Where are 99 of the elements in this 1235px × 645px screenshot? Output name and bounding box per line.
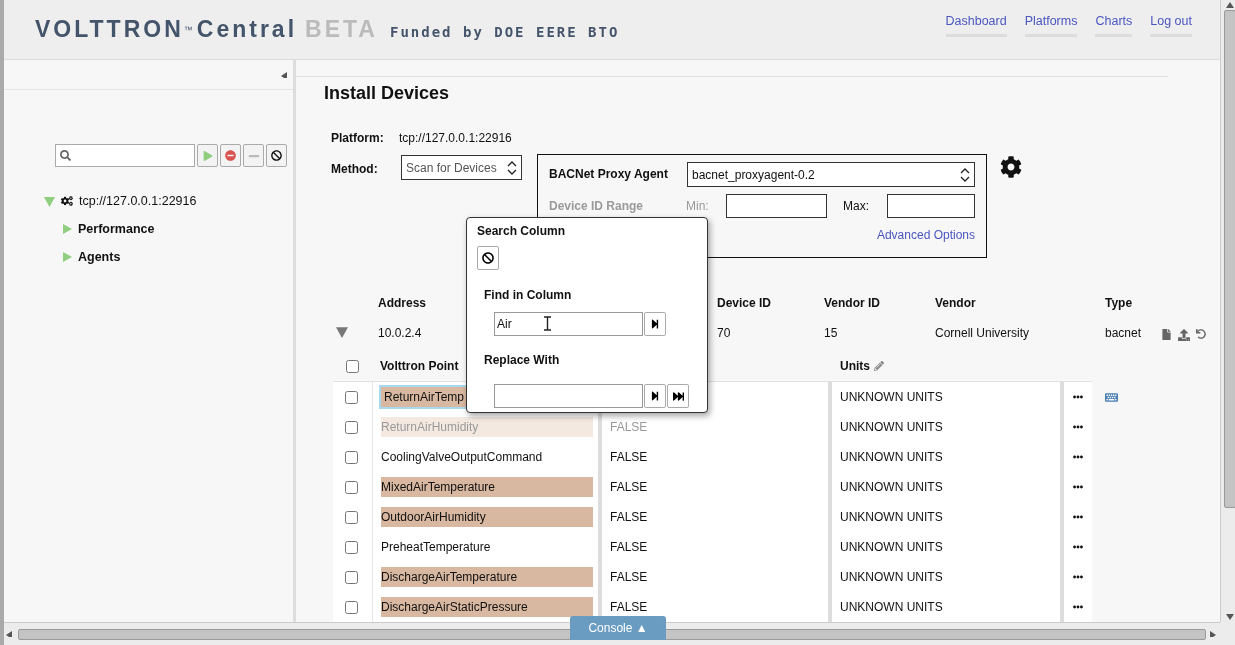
gears-icon (61, 195, 73, 207)
table-cell: UNKNOWN UNITS (832, 532, 1060, 562)
max-field[interactable] (887, 194, 975, 218)
table-cell: UNKNOWN UNITS (832, 442, 1060, 472)
proxy-agent-label: BACNet Proxy Agent (549, 167, 669, 181)
replace-all-button[interactable] (667, 384, 689, 408)
min-field[interactable] (726, 194, 827, 218)
find-label: Find in Column (484, 288, 573, 302)
app-logo: VOLTTRON (35, 16, 184, 43)
table-cell: FALSE (602, 442, 828, 472)
device-id-range-label: Device ID Range (549, 199, 645, 213)
play-icon (202, 150, 213, 161)
up-down-caret-icon (507, 159, 517, 176)
scroll-right-icon[interactable] (1210, 631, 1218, 637)
table-cell-text: bacnet (1105, 326, 1143, 340)
table-cell: UNKNOWN UNITS (832, 472, 1060, 502)
scroll-left-icon[interactable] (6, 631, 14, 637)
step-forward-icon (650, 319, 660, 329)
keyboard-icon[interactable] (1105, 390, 1118, 404)
upload-icon[interactable] (1178, 329, 1190, 341)
table-cell-text: 70 (717, 326, 732, 340)
table-cell: UNKNOWN UNITS (832, 592, 1060, 622)
table-cell: UNKNOWN UNITS (832, 562, 1060, 592)
point-name[interactable]: MixedAirTemperature (381, 477, 593, 497)
nav-link[interactable]: Dashboard (945, 14, 1007, 37)
text-cursor-icon (544, 316, 551, 331)
expanded-caret-icon[interactable] (336, 325, 348, 338)
scroll-up-icon[interactable] (1226, 2, 1234, 8)
clear-icon (271, 150, 282, 161)
table-cell: FALSE (602, 472, 828, 502)
row-checkbox[interactable] (345, 510, 358, 524)
replace-label: Replace With (484, 353, 561, 367)
step-forward-icon (650, 391, 660, 401)
column-header: Units (840, 359, 870, 373)
nav-link[interactable]: Log out (1150, 14, 1192, 37)
method-label: Method: (331, 162, 379, 176)
advanced-options-link[interactable]: Advanced Options (876, 228, 975, 242)
table-cell: FALSE (602, 502, 828, 532)
proxy-agent-select[interactable]: bacnet_proxyagent-0.2 (687, 162, 975, 187)
column-header: Vendor (935, 296, 977, 310)
table-cell-text: Cornell University (935, 326, 1031, 340)
min-label: Min: (686, 199, 710, 213)
row-checkbox[interactable] (345, 450, 358, 464)
nav-link[interactable]: Platforms (1024, 14, 1078, 37)
tree-item[interactable]: Agents (78, 250, 121, 264)
clear-icon (482, 252, 494, 264)
clear-button[interactable] (266, 144, 287, 167)
settings-icon[interactable] (1000, 156, 1022, 178)
remove-button[interactable] (220, 144, 241, 167)
platform-value: tcp://127.0.0.1:22916 (399, 130, 512, 146)
table-cell-text: 15 (824, 326, 839, 340)
point-name[interactable]: OutdoorAirHumidity (381, 507, 593, 527)
up-down-caret-icon (960, 166, 970, 183)
row-checkbox[interactable] (345, 420, 358, 434)
search-icon (60, 150, 71, 161)
column-header: Device ID (717, 296, 773, 310)
app-name: Central (196, 16, 298, 43)
row-checkbox[interactable] (345, 600, 358, 614)
replace-field[interactable] (494, 384, 643, 408)
row-checkbox[interactable] (345, 480, 358, 494)
max-label: Max: (843, 199, 870, 213)
row-checkbox[interactable] (345, 540, 358, 554)
row-checkbox[interactable] (345, 570, 358, 584)
table-cell: UNKNOWN UNITS (832, 502, 1060, 532)
search-field[interactable] (55, 144, 195, 167)
column-header: Vendor ID (824, 296, 881, 310)
table-cell-text: 10.0.2.4 (378, 326, 423, 340)
fast-forward-icon (672, 390, 684, 402)
select-all-checkbox[interactable] (346, 359, 359, 373)
tree-item[interactable]: tcp://127.0.0.1:22916 (79, 194, 197, 208)
replace-next-button[interactable] (644, 384, 666, 408)
collapse-sidebar-icon[interactable] (281, 71, 289, 78)
next-button[interactable] (644, 312, 666, 336)
clear-button[interactable] (477, 246, 499, 270)
scroll-down-icon[interactable] (1226, 614, 1234, 620)
page-title: Install Devices (324, 83, 451, 103)
nav-link[interactable]: Charts (1095, 14, 1133, 37)
column-header: Type (1105, 296, 1134, 310)
method-select[interactable]: Scan for Devices (401, 155, 522, 180)
point-name[interactable]: DischargeAirTemperature (381, 567, 593, 587)
pencil-icon[interactable] (874, 361, 884, 371)
column-header: Address (378, 296, 428, 310)
file-icon[interactable] (1161, 329, 1172, 340)
tree-item[interactable]: Performance (78, 222, 155, 236)
table-cell: FALSE (602, 562, 828, 592)
row-checkbox[interactable] (345, 390, 358, 404)
table-cell: FALSE (602, 592, 828, 622)
popup-title: Search Column (477, 224, 567, 238)
platform-label: Platform: (331, 130, 385, 146)
column-header: Volttron Point (380, 359, 459, 373)
trademark-sign: ™ (183, 24, 193, 35)
undo-icon[interactable] (1196, 329, 1206, 339)
table-cell: UNKNOWN UNITS (832, 412, 1060, 442)
find-field[interactable]: Air (494, 312, 643, 336)
table-cell: UNKNOWN UNITS (832, 382, 1060, 412)
table-cell: FALSE (602, 412, 828, 442)
table-cell: FALSE (602, 532, 828, 562)
point-name[interactable]: DischargeAirStaticPressure (381, 597, 593, 617)
funding-note: Funded by DOE EERE BTO (389, 23, 620, 40)
